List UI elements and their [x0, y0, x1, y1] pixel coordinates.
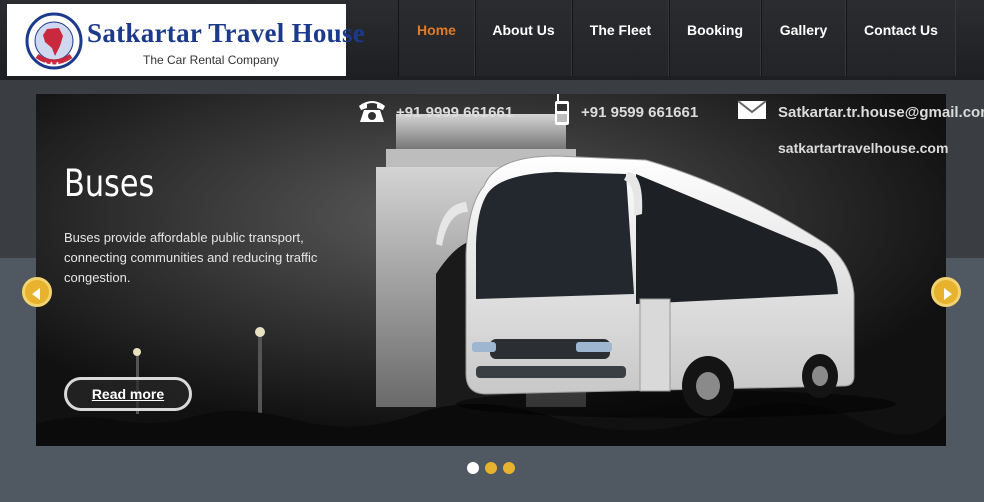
brand-name: Satkartar Travel House — [87, 18, 366, 48]
brand-tagline: The Car Rental Company — [143, 53, 280, 67]
site-logo[interactable]: ★ ★ ★ Satkartar Travel House The Car Ren… — [7, 4, 365, 76]
read-more-button[interactable]: Read more — [64, 377, 192, 411]
telephone-icon — [359, 101, 385, 122]
website-link[interactable]: satkartartravelhouse.com — [778, 140, 948, 156]
nav-item-about-us[interactable]: About Us — [475, 0, 572, 76]
site-header: ★ ★ ★ Satkartar Travel House The Car Ren… — [0, 0, 984, 80]
slide-description: Buses provide affordable public transpor… — [64, 230, 318, 285]
mobile-phone-icon — [555, 94, 569, 125]
svg-text:★ ★ ★: ★ ★ ★ — [43, 61, 60, 67]
email-link[interactable]: Satkartar.tr.house@gmail.com — [778, 104, 984, 121]
next-slide-button[interactable] — [931, 277, 961, 307]
nav-item-gallery[interactable]: Gallery — [761, 0, 846, 76]
nav-item-contact-us[interactable]: Contact Us — [846, 0, 956, 76]
main-nav: Home About Us The Fleet Booking Gallery … — [398, 0, 956, 76]
prev-slide-button[interactable] — [22, 277, 52, 307]
slide-dot-1[interactable] — [467, 462, 479, 474]
slide-title: Buses — [64, 162, 155, 205]
slide-dot-3[interactable] — [503, 462, 515, 474]
slide-dot-2[interactable] — [485, 462, 497, 474]
nav-item-home[interactable]: Home — [398, 0, 475, 76]
envelope-icon — [737, 100, 767, 119]
phone-secondary[interactable]: +91 9599 661661 — [581, 104, 698, 121]
phone-primary[interactable]: +91 9999 661661 — [396, 104, 513, 121]
nav-item-the-fleet[interactable]: The Fleet — [572, 0, 669, 76]
nav-item-booking[interactable]: Booking — [669, 0, 761, 76]
logo-emblem-icon: ★ ★ ★ — [25, 12, 83, 70]
